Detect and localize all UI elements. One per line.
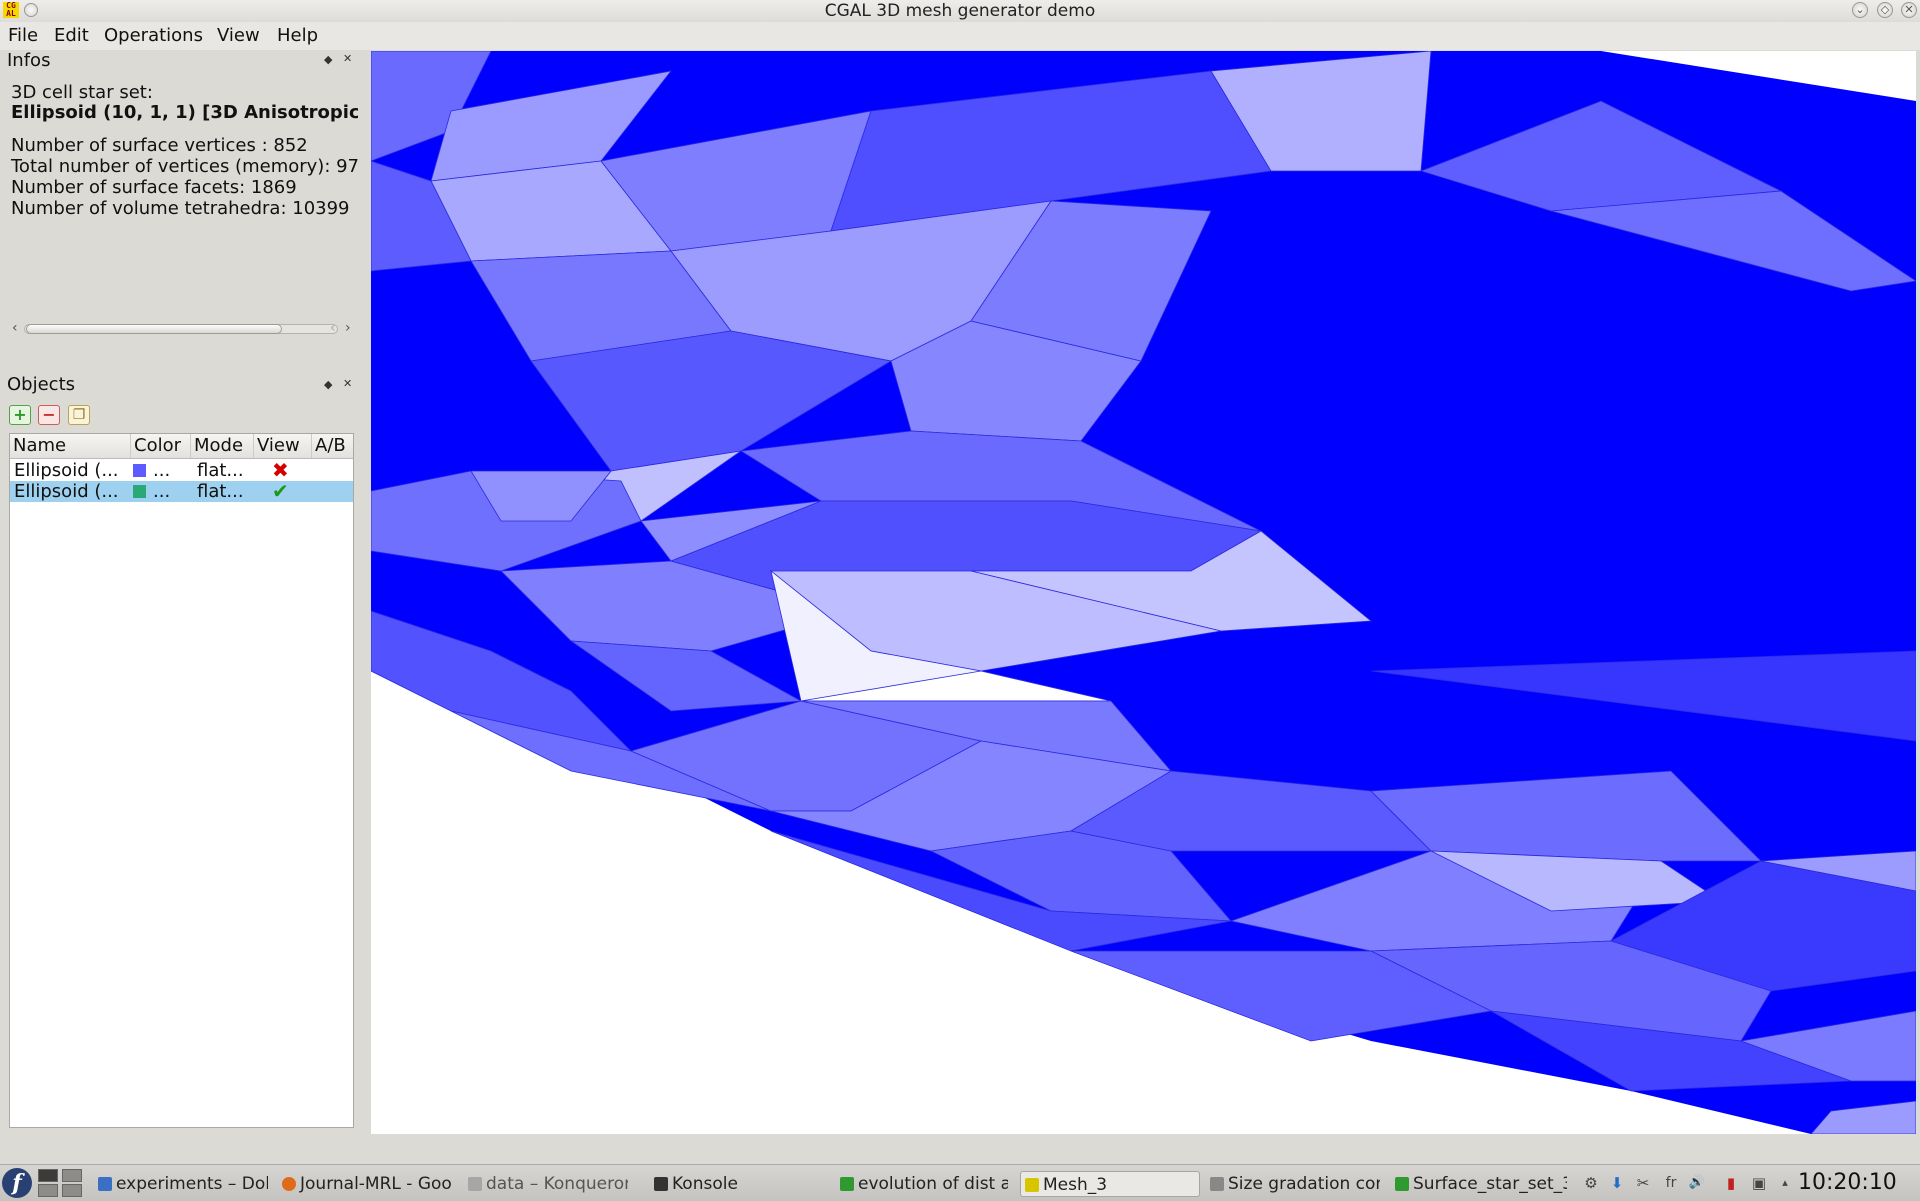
clock[interactable]: 10:20:10 (1798, 1165, 1897, 1201)
dock-splitter-handle[interactable] (362, 51, 368, 1134)
document-icon (1210, 1177, 1224, 1191)
firefox-icon (282, 1177, 296, 1191)
maximize-button[interactable]: ◇ (1877, 2, 1893, 18)
infos-dock-title: Infos (7, 50, 51, 71)
infos-object-name: Ellipsoid (10, 1, 1) [3D Anisotropic (11, 102, 358, 123)
infos-close-icon[interactable]: ✕ (343, 52, 352, 65)
infos-line: Number of surface facets: 1869 (11, 177, 297, 198)
tray-expand-icon[interactable]: ▴ (1776, 1174, 1794, 1192)
scroll-right-icon[interactable]: › (345, 320, 351, 336)
spreadsheet-icon (840, 1177, 854, 1191)
table-row[interactable]: Ellipsoid (... ... flat... ✔ (10, 481, 353, 502)
infos-line: Total number of vertices (memory): 97 (11, 156, 358, 177)
desktop-4[interactable] (62, 1184, 82, 1197)
task-firefox[interactable]: Journal-MRL - Goo (282, 1171, 452, 1197)
menu-bar: File Edit Operations View Help (0, 22, 1920, 50)
infos-horizontal-scrollbar[interactable]: ‹ ‹ › (12, 320, 358, 336)
window-titlebar[interactable]: CG AL CGAL 3D mesh generator demo ⌄ ◇ ✕ (0, 0, 1920, 23)
task-spreadsheet[interactable]: evolution of dist an (840, 1171, 1008, 1197)
task-konqueror[interactable]: data – Konqueror (468, 1171, 628, 1197)
row-color-text: ... (153, 481, 171, 502)
scroll-left-small-icon[interactable]: ‹ (330, 320, 336, 336)
remove-object-button[interactable]: − (38, 405, 60, 425)
desktop-2[interactable] (62, 1169, 82, 1182)
column-name[interactable]: Name (10, 434, 131, 458)
row-name: Ellipsoid (... (14, 481, 119, 502)
battery-icon[interactable]: ▮ (1722, 1174, 1740, 1192)
remove-icon: − (42, 405, 56, 424)
add-icon: + (13, 405, 27, 424)
add-object-button[interactable]: + (9, 405, 31, 425)
row-mode[interactable]: flat... (197, 460, 244, 481)
row-name: Ellipsoid (... (14, 460, 119, 481)
settings-icon[interactable]: ⚙ (1582, 1174, 1600, 1192)
objects-close-icon[interactable]: ✕ (343, 377, 352, 390)
task-konsole[interactable]: Konsole (654, 1171, 764, 1197)
window-title: CGAL 3D mesh generator demo (824, 1, 1096, 21)
table-header: Name Color Mode View A/B (10, 434, 353, 459)
duplicate-object-button[interactable]: ❐ (68, 405, 90, 425)
menu-operations[interactable]: Operations (104, 22, 203, 50)
folder-icon (468, 1177, 482, 1191)
download-icon[interactable]: ⬇ (1608, 1174, 1626, 1192)
objects-dock-title: Objects (7, 374, 76, 395)
menu-file[interactable]: File (8, 22, 38, 50)
volume-icon[interactable]: 🔊 (1688, 1174, 1706, 1192)
row-color-swatch[interactable] (133, 464, 146, 477)
menu-view[interactable]: View (217, 22, 260, 50)
task-dolphin[interactable]: experiments – Dolp (98, 1171, 268, 1197)
objects-float-icon[interactable]: ◆ (324, 378, 332, 391)
objects-table[interactable]: Name Color Mode View A/B Ellipsoid (... … (9, 433, 354, 1128)
scrollbar-thumb[interactable] (26, 324, 282, 334)
infos-heading: 3D cell star set: (11, 82, 153, 103)
row-color-text: ... (153, 460, 171, 481)
scroll-left-icon[interactable]: ‹ (12, 320, 18, 336)
hidden-x-icon[interactable]: ✖ (272, 460, 289, 481)
column-view[interactable]: View (254, 434, 312, 458)
scissors-icon[interactable]: ✂ (1634, 1174, 1652, 1192)
infos-float-icon[interactable]: ◆ (324, 53, 332, 66)
infos-panel: 3D cell star set: Ellipsoid (10, 1, 1) [… (0, 78, 358, 228)
visible-check-icon[interactable]: ✔ (272, 481, 289, 502)
column-mode[interactable]: Mode (191, 434, 254, 458)
task-mesh3[interactable]: Mesh_3 (1020, 1171, 1200, 1197)
3d-viewer[interactable] (371, 51, 1916, 1134)
cgal-icon (1395, 1177, 1409, 1191)
infos-line: Number of volume tetrahedra: 10399 (11, 198, 350, 219)
cgal-icon (1025, 1178, 1039, 1192)
close-window-button[interactable]: ✕ (1901, 2, 1917, 18)
network-icon[interactable]: ▣ (1750, 1174, 1768, 1192)
dolphin-icon (98, 1177, 112, 1191)
application-launcher-icon[interactable]: f (2, 1168, 32, 1198)
keyboard-layout-indicator[interactable]: fr (1662, 1174, 1680, 1192)
terminal-icon (654, 1177, 668, 1191)
row-color-swatch[interactable] (133, 485, 146, 498)
task-surface-star-set[interactable]: Surface_star_set_3 (1395, 1171, 1567, 1197)
duplicate-icon: ❐ (72, 407, 86, 423)
column-color[interactable]: Color (131, 434, 191, 458)
column-ab[interactable]: A/B (312, 434, 353, 458)
taskbar: f experiments – Dolp Journal-MRL - Goo d… (0, 1164, 1920, 1201)
desktop-1[interactable] (38, 1169, 58, 1182)
task-size-gradation[interactable]: Size gradation cont (1210, 1171, 1380, 1197)
desktop-3[interactable] (38, 1184, 58, 1197)
row-mode[interactable]: flat... (197, 481, 244, 502)
minimize-button[interactable]: ⌄ (1852, 2, 1868, 18)
menu-edit[interactable]: Edit (54, 22, 89, 50)
mesh-render (371, 51, 1916, 1134)
infos-line: Number of surface vertices : 852 (11, 135, 308, 156)
table-row[interactable]: Ellipsoid (... ... flat... ✖ (10, 460, 353, 482)
menu-help[interactable]: Help (277, 22, 318, 50)
